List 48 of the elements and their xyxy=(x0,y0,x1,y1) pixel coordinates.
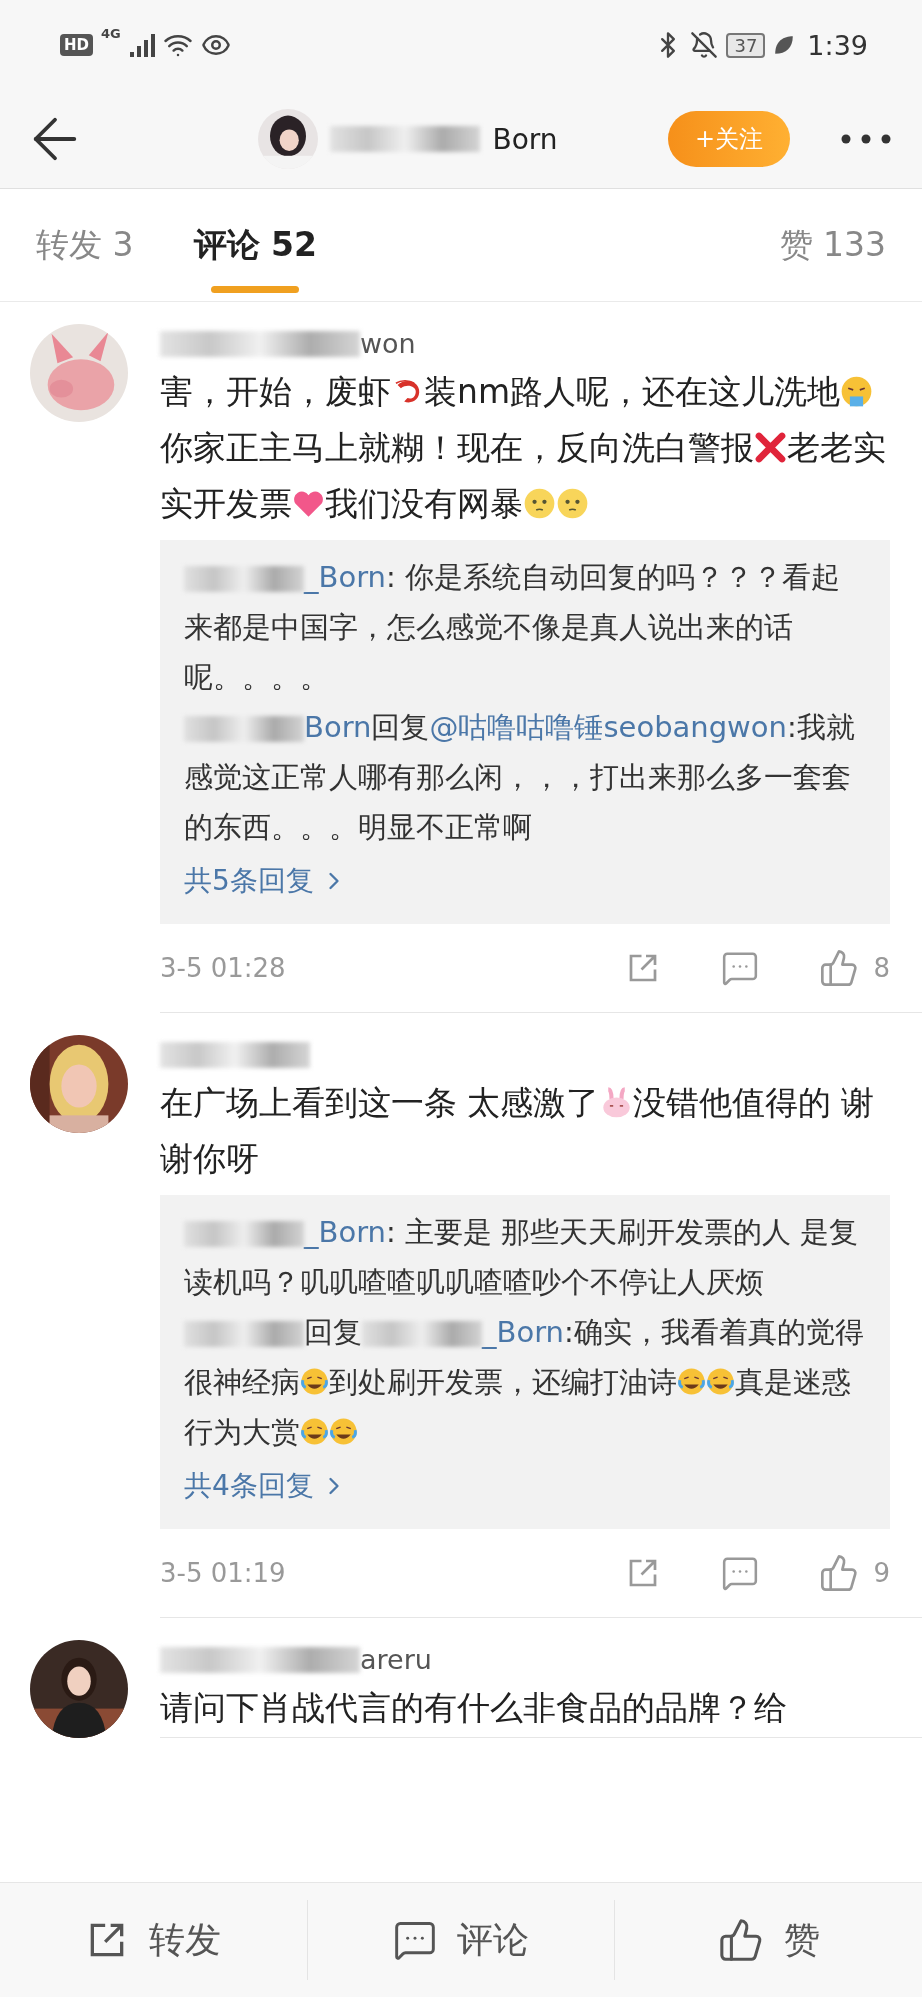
follow-button[interactable]: +关注 xyxy=(668,111,790,167)
leaf-icon xyxy=(773,34,796,56)
network-label: 4G xyxy=(101,26,121,41)
profile-name: Born xyxy=(492,122,558,156)
clock: 1:39 xyxy=(807,29,868,61)
action-button[interactable]: 赞 xyxy=(615,1900,922,1980)
laughing-crying-face-icon xyxy=(300,1417,329,1447)
comment-time: 3-5 01:19 xyxy=(160,1558,287,1588)
more-icon[interactable] xyxy=(840,133,892,145)
more-replies-link[interactable]: 共5条回复 xyxy=(184,852,348,910)
comment-text: 害，开始，废虾 装nm路人呢，还在这儿洗地 你家正主马上就糊！现在，反向洗白警报 老老实实开发票 我们没有网暴 xyxy=(160,371,887,525)
more-replies-link[interactable]: 共4条回复 xyxy=(184,1457,348,1515)
reply-text: _Born: 主要是 那些天天刷开发票的人 是复读机吗？叽叽喳喳叽叽喳喳吵个不停让人厌烦 xyxy=(184,1214,860,1301)
crying-face-icon xyxy=(840,374,874,408)
tab[interactable]: 转发 3 xyxy=(36,189,134,301)
cross-icon xyxy=(754,430,787,464)
laughing-crying-face-icon xyxy=(329,1417,358,1447)
comment-text: 在广场上看到这一条 太感激了 没错他值得的 谢谢你呀 xyxy=(160,1082,875,1180)
comment-icon[interactable] xyxy=(721,949,760,987)
sad-face-icon xyxy=(523,486,556,520)
action-button[interactable]: 转发 xyxy=(0,1900,308,1980)
sad-face-icon xyxy=(556,486,589,520)
user-link[interactable]: _Born xyxy=(304,1215,386,1249)
user-link[interactable]: @咕噜咕噜锤seobangwon xyxy=(429,710,787,744)
laughing-crying-face-icon xyxy=(300,1367,329,1397)
hd-badge: HD xyxy=(60,34,93,56)
like-button[interactable]: 9 xyxy=(819,1553,890,1593)
comment-time: 3-5 01:28 xyxy=(160,953,287,983)
comment-icon[interactable] xyxy=(721,1554,760,1592)
user-link[interactable]: Born xyxy=(304,710,372,744)
bell-off-icon xyxy=(690,31,719,59)
user-link[interactable]: _Born xyxy=(304,560,386,594)
signal-icon xyxy=(128,32,155,58)
author-name[interactable]: won xyxy=(360,324,416,364)
laughing-crying-face-icon xyxy=(677,1367,706,1397)
battery-indicator: 37 xyxy=(726,32,766,58)
user-link[interactable]: _Born xyxy=(482,1315,564,1349)
reply-text: 回复 _Born:确实，我看着真的觉得很神经病 到处刷开发票，还编打油诗 真是迷惑行为大赏 xyxy=(184,1314,865,1451)
laughing-crying-face-icon xyxy=(706,1367,735,1397)
reply-text: Born回复@咕噜咕噜锤seobangwon:我就感觉这正常人哪有那么闲，，，打出来那么多一套套的东西。。。明显不正常啊 xyxy=(184,709,856,846)
like-button[interactable]: 8 xyxy=(819,948,890,988)
reply-text: _Born: 你是系统自动回复的吗？？？看起来都是中国字，怎么感觉不像是真人说出来的话呢。。。。 xyxy=(184,559,841,696)
tab[interactable]: 评论 52 xyxy=(193,189,317,301)
action-button[interactable]: 评论 xyxy=(307,1900,616,1980)
thumbs-up-icon xyxy=(717,1917,764,1963)
author-name[interactable]: areru xyxy=(360,1640,432,1680)
comment-text: 请问下肖战代言的有什么非食品的品牌？给 xyxy=(160,1687,788,1729)
tab[interactable]: 赞 133 xyxy=(779,189,886,301)
